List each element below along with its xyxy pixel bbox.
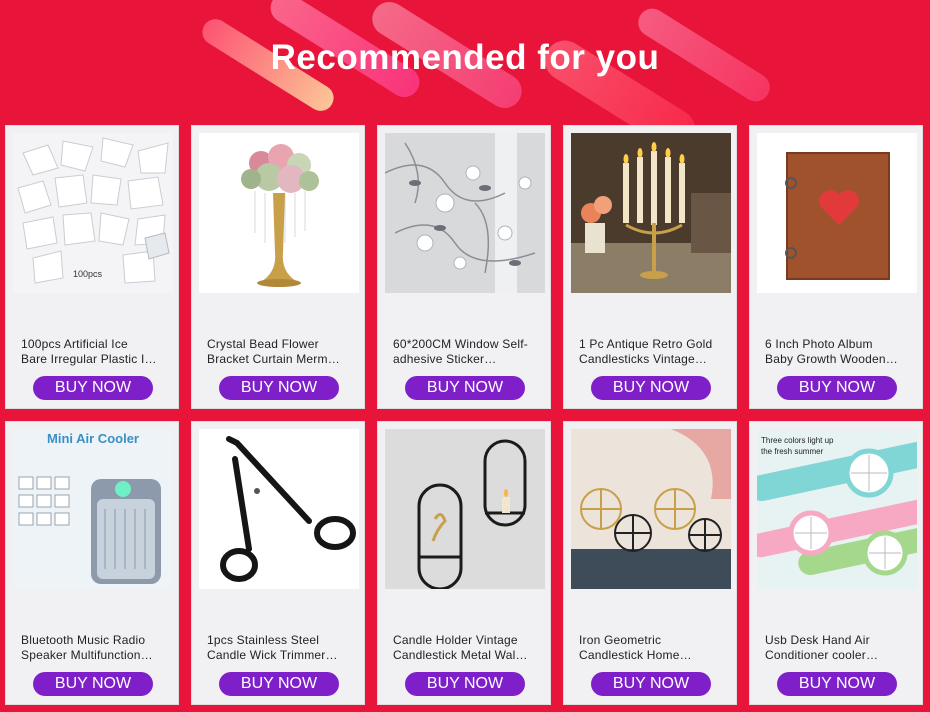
buy-now-button[interactable]: BUY NOW bbox=[405, 376, 525, 400]
product-card[interactable]: 6 Inch Photo Album Baby Growth Wooden… B… bbox=[749, 125, 923, 409]
buy-now-button[interactable]: BUY NOW bbox=[591, 672, 711, 696]
product-card[interactable]: Three colors light up the fresh summer U… bbox=[749, 421, 923, 705]
product-image-photo-album[interactable] bbox=[757, 133, 917, 293]
product-card[interactable]: 1pcs Stainless Steel Candle Wick Trimmer… bbox=[191, 421, 365, 705]
product-image-wick-trimmer[interactable] bbox=[199, 429, 359, 589]
buy-now-button[interactable]: BUY NOW bbox=[777, 376, 897, 400]
buy-now-button[interactable]: BUY NOW bbox=[777, 672, 897, 696]
product-card[interactable]: Crystal Bead Flower Bracket Curtain Merm… bbox=[191, 125, 365, 409]
image-caption: 100pcs bbox=[73, 269, 103, 279]
product-image-flower-stand[interactable] bbox=[199, 133, 359, 293]
product-image-hand-fan[interactable]: Three colors light up the fresh summer bbox=[757, 429, 917, 589]
product-card[interactable]: Iron Geometric Candlestick Home… BUY NOW bbox=[563, 421, 737, 705]
product-card[interactable]: 1 Pc Antique Retro Gold Candlesticks Vin… bbox=[563, 125, 737, 409]
product-card[interactable]: 100pcs 100pcs Artificial Ice Bare Irregu… bbox=[5, 125, 179, 409]
product-title[interactable]: Candle Holder Vintage Candlestick Metal … bbox=[393, 633, 539, 663]
product-title[interactable]: Crystal Bead Flower Bracket Curtain Merm… bbox=[207, 337, 353, 367]
product-image-air-cooler[interactable]: Mini Air Cooler bbox=[13, 429, 173, 589]
product-title[interactable]: Bluetooth Music Radio Speaker Multifunct… bbox=[21, 633, 167, 663]
image-caption: Mini Air Cooler bbox=[47, 431, 139, 446]
product-title[interactable]: 1 Pc Antique Retro Gold Candlesticks Vin… bbox=[579, 337, 725, 367]
product-card[interactable]: Mini Air Cooler Bluetooth Music Radio Sp… bbox=[5, 421, 179, 705]
product-image-candelabra[interactable] bbox=[571, 133, 731, 293]
product-title[interactable]: 60*200CM Window Self- adhesive Sticker… bbox=[393, 337, 539, 367]
buy-now-button[interactable]: BUY NOW bbox=[219, 376, 339, 400]
product-title[interactable]: 1pcs Stainless Steel Candle Wick Trimmer… bbox=[207, 633, 353, 663]
buy-now-button[interactable]: BUY NOW bbox=[33, 376, 153, 400]
buy-now-button[interactable]: BUY NOW bbox=[591, 376, 711, 400]
product-card[interactable]: 60*200CM Window Self- adhesive Sticker… … bbox=[377, 125, 551, 409]
product-image-wall-candle-holder[interactable] bbox=[385, 429, 545, 589]
buy-now-button[interactable]: BUY NOW bbox=[33, 672, 153, 696]
image-caption: Three colors light up the fresh summer bbox=[761, 436, 834, 456]
buy-now-button[interactable]: BUY NOW bbox=[219, 672, 339, 696]
product-image-geometric-candlestick[interactable] bbox=[571, 429, 731, 589]
product-image-window-sticker[interactable] bbox=[385, 133, 545, 293]
product-title[interactable]: Usb Desk Hand Air Conditioner cooler… bbox=[765, 633, 911, 663]
recommendation-banner: Recommended for you bbox=[0, 0, 930, 125]
product-title[interactable]: Iron Geometric Candlestick Home… bbox=[579, 633, 725, 663]
product-title[interactable]: 100pcs Artificial Ice Bare Irregular Pla… bbox=[21, 337, 167, 367]
product-title[interactable]: 6 Inch Photo Album Baby Growth Wooden… bbox=[765, 337, 911, 367]
banner-title: Recommended for you bbox=[270, 38, 660, 77]
product-card[interactable]: Candle Holder Vintage Candlestick Metal … bbox=[377, 421, 551, 705]
product-image-ice-cubes[interactable]: 100pcs bbox=[13, 133, 173, 293]
buy-now-button[interactable]: BUY NOW bbox=[405, 672, 525, 696]
